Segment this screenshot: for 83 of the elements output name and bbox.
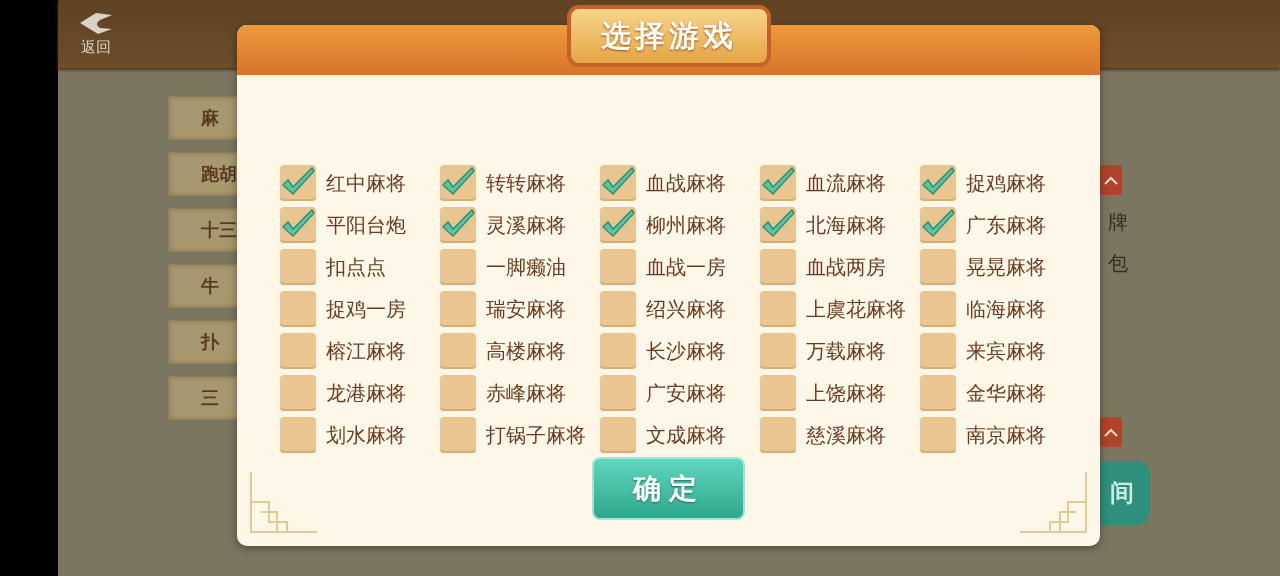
checkbox[interactable] — [760, 417, 796, 453]
game-label: 平阳台炮 — [326, 211, 406, 239]
corner-ornament-icon — [247, 472, 317, 536]
checkbox[interactable] — [920, 375, 956, 411]
game-label: 金华麻将 — [966, 379, 1046, 407]
game-label: 瑞安麻将 — [486, 295, 566, 323]
checkbox[interactable] — [760, 291, 796, 327]
checkbox[interactable] — [600, 207, 636, 243]
checkbox[interactable] — [600, 249, 636, 285]
checkbox[interactable] — [440, 333, 476, 369]
game-label: 长沙麻将 — [646, 337, 726, 365]
game-label: 上虞花麻将 — [806, 295, 906, 323]
checkbox[interactable] — [600, 165, 636, 201]
game-label: 转转麻将 — [486, 169, 566, 197]
game-label: 北海麻将 — [806, 211, 886, 239]
caret-icon — [1104, 175, 1118, 185]
dialog-title: 选择游戏 — [566, 5, 771, 67]
back-arrow-icon — [78, 11, 114, 36]
up-arrow-button[interactable] — [1100, 165, 1122, 195]
game-label: 捉鸡一房 — [326, 295, 406, 323]
checkbox[interactable] — [920, 165, 956, 201]
option-label: 牌 — [1108, 209, 1128, 236]
checkbox[interactable] — [760, 333, 796, 369]
game-label: 晃晃麻将 — [966, 253, 1046, 281]
back-button[interactable]: 返回 — [72, 11, 120, 57]
game-label: 龙港麻将 — [326, 379, 406, 407]
checkbox[interactable] — [760, 165, 796, 201]
game-label: 慈溪麻将 — [806, 421, 886, 449]
checkbox[interactable] — [440, 249, 476, 285]
checkbox[interactable] — [280, 207, 316, 243]
game-label: 万载麻将 — [806, 337, 886, 365]
game-label: 文成麻将 — [646, 421, 726, 449]
game-label: 上饶麻将 — [806, 379, 886, 407]
checkbox[interactable] — [920, 207, 956, 243]
game-label: 广东麻将 — [966, 211, 1046, 239]
checkbox[interactable] — [440, 417, 476, 453]
create-room-button[interactable]: 间 — [1100, 461, 1150, 525]
checkbox[interactable] — [440, 165, 476, 201]
checkbox[interactable] — [600, 375, 636, 411]
checkbox[interactable] — [280, 291, 316, 327]
game-label: 广安麻将 — [646, 379, 726, 407]
checkbox[interactable] — [440, 375, 476, 411]
checkbox[interactable] — [920, 249, 956, 285]
game-label: 一脚癞油 — [486, 253, 566, 281]
checkbox[interactable] — [920, 417, 956, 453]
option-label: 包 — [1108, 250, 1128, 277]
game-label: 划水麻将 — [326, 421, 406, 449]
game-label: 血战一房 — [646, 253, 726, 281]
checkbox[interactable] — [440, 291, 476, 327]
checkbox[interactable] — [920, 291, 956, 327]
confirm-button[interactable]: 确定 — [592, 457, 745, 520]
game-label: 打锅子麻将 — [486, 421, 586, 449]
game-label: 高楼麻将 — [486, 337, 566, 365]
game-label: 绍兴麻将 — [646, 295, 726, 323]
game-label: 血流麻将 — [806, 169, 886, 197]
checkbox[interactable] — [280, 417, 316, 453]
caret-icon — [1104, 427, 1118, 437]
checkbox[interactable] — [280, 333, 316, 369]
checkbox[interactable] — [920, 333, 956, 369]
game-label: 来宾麻将 — [966, 337, 1046, 365]
corner-ornament-icon — [1020, 472, 1090, 536]
game-label: 血战两房 — [806, 253, 886, 281]
checkbox[interactable] — [760, 207, 796, 243]
game-label: 灵溪麻将 — [486, 211, 566, 239]
up-arrow-button[interactable] — [1100, 417, 1122, 447]
checkbox[interactable] — [280, 249, 316, 285]
checkbox[interactable] — [280, 165, 316, 201]
game-label: 扣点点 — [326, 253, 386, 281]
checkbox[interactable] — [440, 207, 476, 243]
checkbox[interactable] — [760, 249, 796, 285]
game-label: 榕江麻将 — [326, 337, 406, 365]
game-label: 捉鸡麻将 — [966, 169, 1046, 197]
checkbox[interactable] — [600, 291, 636, 327]
game-label: 赤峰麻将 — [486, 379, 566, 407]
game-label: 临海麻将 — [966, 295, 1046, 323]
checkbox[interactable] — [600, 333, 636, 369]
game-label: 南京麻将 — [966, 421, 1046, 449]
game-label: 血战麻将 — [646, 169, 726, 197]
checkbox[interactable] — [600, 417, 636, 453]
checkbox[interactable] — [280, 375, 316, 411]
checkbox[interactable] — [760, 375, 796, 411]
game-label: 红中麻将 — [326, 169, 406, 197]
game-label: 柳州麻将 — [646, 211, 726, 239]
